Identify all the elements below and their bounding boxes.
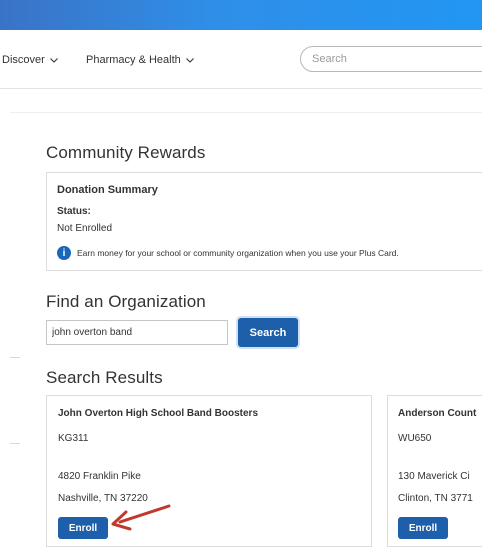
page-title: Community Rewards xyxy=(46,143,206,162)
organization-address: 4820 Franklin Pike xyxy=(58,471,141,482)
chevron-down-icon xyxy=(185,58,194,63)
result-card: Anderson Count WU650 130 Maverick Ci Cli… xyxy=(387,395,482,547)
organization-name: Anderson Count xyxy=(398,408,477,419)
content-divider xyxy=(10,112,482,113)
donation-summary-heading: Donation Summary xyxy=(57,184,158,196)
organization-code: KG311 xyxy=(58,433,89,444)
enroll-button[interactable]: Enroll xyxy=(58,517,108,539)
enroll-button[interactable]: Enroll xyxy=(398,517,448,539)
organization-address: 130 Maverick Ci xyxy=(398,471,470,482)
organization-name: John Overton High School Band Boosters xyxy=(58,408,259,419)
nav-pharmacy-health[interactable]: Pharmacy & Health xyxy=(86,54,195,66)
organization-search-input[interactable] xyxy=(46,320,228,345)
info-text: Earn money for your school or community … xyxy=(77,248,399,258)
organization-city: Nashville, TN 37220 xyxy=(58,493,148,504)
chevron-down-icon xyxy=(49,58,58,63)
organization-code: WU650 xyxy=(398,433,432,444)
status-value: Not Enrolled xyxy=(57,223,113,234)
side-marker xyxy=(10,357,20,358)
top-banner xyxy=(0,0,482,30)
info-icon: i xyxy=(57,246,71,260)
result-card: John Overton High School Band Boosters K… xyxy=(46,395,372,547)
site-search-input[interactable] xyxy=(300,46,482,72)
organization-city: Clinton, TN 3771 xyxy=(398,493,473,504)
nav-discover[interactable]: Discover xyxy=(2,54,59,66)
nav-pharmacy-label: Pharmacy & Health xyxy=(86,54,181,66)
search-results-heading: Search Results xyxy=(46,368,163,387)
side-marker xyxy=(10,443,20,444)
nav-discover-label: Discover xyxy=(2,54,45,66)
main-navigation: Discover Pharmacy & Health xyxy=(0,30,482,88)
nav-divider xyxy=(0,88,482,89)
donation-summary-card: Donation Summary Status: Not Enrolled i … xyxy=(46,172,482,271)
find-organization-heading: Find an Organization xyxy=(46,292,206,311)
status-label: Status: xyxy=(57,206,91,217)
organization-search-button[interactable]: Search xyxy=(238,318,298,347)
